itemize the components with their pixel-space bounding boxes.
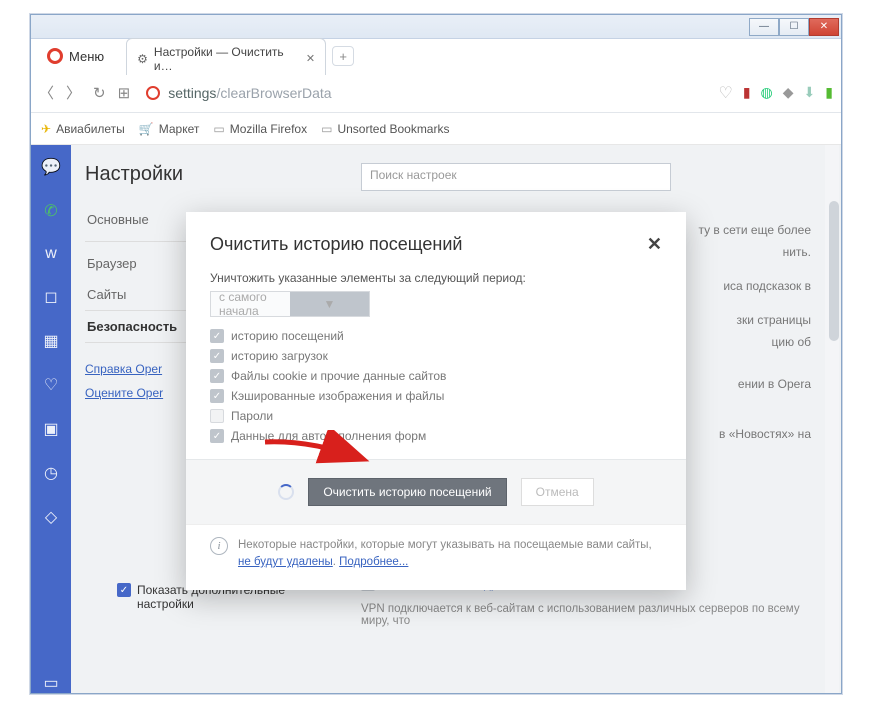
dialog-close-button[interactable]: ✕ (647, 234, 662, 255)
apps-icon[interactable]: ▦ (43, 331, 58, 351)
ext-icon-3[interactable]: ◆ (783, 84, 794, 101)
reload-icon[interactable]: ↻ (93, 84, 106, 102)
news-icon[interactable]: ▣ (43, 419, 58, 439)
bookmark-item[interactable]: 🛒Маркет (139, 122, 200, 136)
ext-icon-4[interactable]: ▮ (825, 84, 833, 101)
minimize-button[interactable]: — (749, 18, 779, 36)
tab-close-icon[interactable]: ✕ (306, 52, 315, 65)
new-tab-button[interactable]: + (332, 46, 354, 66)
opera-logo-icon (47, 48, 63, 64)
speed-dial-icon[interactable]: ⊞ (118, 84, 131, 102)
extension-icons: ▮ ◍ ◆ ⬇ ▮ (743, 84, 833, 101)
opt-cookies[interactable]: ✓Файлы cookie и прочие данные сайтов (210, 369, 662, 383)
scrollbar-thumb[interactable] (829, 201, 839, 341)
time-period-value: с самого начала (211, 290, 290, 318)
menu-label: Меню (69, 49, 104, 64)
settings-search-input[interactable]: Поиск настроек (361, 163, 671, 191)
window-titlebar: — ☐ ✕ (31, 15, 841, 39)
opt-autofill[interactable]: ✓Данные для автозаполнения форм (210, 429, 662, 443)
ext-icon-2[interactable]: ◍ (761, 84, 773, 101)
bookmark-item[interactable]: ✈Авиабилеты (41, 122, 125, 136)
maximize-button[interactable]: ☐ (779, 18, 809, 36)
dialog-actions: Очистить историю посещений Отмена (186, 459, 686, 524)
messengers-sidebar: 💬 ✆ w ◻ ▦ ♡ ▣ ◷ ◇ ▭ (31, 145, 71, 693)
more-sidebar-icon[interactable]: ▭ (43, 673, 58, 693)
footer-link-notdeleted[interactable]: не будут удалены (238, 556, 333, 568)
loading-spinner-icon (278, 484, 294, 500)
bookmark-item[interactable]: ▭Unsorted Bookmarks (321, 122, 449, 136)
whatsapp-icon[interactable]: ✆ (44, 201, 57, 221)
time-period-select[interactable]: с самого начала ▼ (210, 291, 370, 317)
tab-strip: Меню ⚙ Настройки — Очистить и… ✕ + (31, 39, 841, 73)
dialog-title: Очистить историю посещений (210, 234, 462, 255)
dialog-subtitle: Уничтожить указанные элементы за следующ… (210, 271, 662, 285)
tab-title: Настройки — Очистить и… (154, 45, 296, 73)
nav-back-icon[interactable]: 〈 (39, 82, 54, 103)
messenger-icon[interactable]: 💬 (41, 157, 61, 177)
vpn-description: VPN подключается к веб-сайтам с использо… (361, 603, 811, 627)
nav-forward-icon[interactable]: 〉 (66, 82, 81, 103)
url-host: settings (168, 85, 216, 101)
checkbox-on-icon: ✓ (117, 583, 131, 597)
clear-options: ✓историю посещений ✓историю загрузок ✓Фа… (210, 329, 662, 443)
download-icon[interactable]: ⬇ (804, 84, 816, 101)
heart-icon[interactable]: ♡ (718, 83, 732, 103)
dialog-footer: i Некоторые настройки, которые могут ука… (186, 524, 686, 590)
address-bar[interactable]: settings/clearBrowserData (140, 81, 708, 105)
address-bar-row: 〈 〉 ↻ ⊞ settings/clearBrowserData ♡ ▮ ◍ … (31, 73, 841, 113)
heart-sidebar-icon[interactable]: ♡ (44, 375, 58, 395)
url-opera-icon (146, 86, 160, 100)
gear-icon: ⚙ (137, 52, 148, 66)
opt-browsing-history[interactable]: ✓историю посещений (210, 329, 662, 343)
vk-icon[interactable]: w (45, 245, 57, 263)
settings-title: Настройки (85, 163, 207, 186)
ext-icon-1[interactable]: ▮ (743, 84, 751, 101)
url-path: /clearBrowserData (216, 85, 331, 101)
opera-menu-button[interactable]: Меню (37, 44, 114, 68)
cancel-button[interactable]: Отмена (521, 478, 594, 506)
opt-download-history[interactable]: ✓историю загрузок (210, 349, 662, 363)
close-window-button[interactable]: ✕ (809, 18, 839, 36)
cube-icon[interactable]: ◇ (45, 507, 57, 527)
info-icon: i (210, 537, 228, 555)
chevron-down-icon: ▼ (290, 292, 369, 316)
clear-history-button[interactable]: Очистить историю посещений (308, 478, 506, 506)
tab-settings[interactable]: ⚙ Настройки — Очистить и… ✕ (126, 38, 326, 75)
clock-icon[interactable]: ◷ (44, 463, 58, 483)
clear-history-dialog: Очистить историю посещений ✕ Уничтожить … (186, 212, 686, 590)
opt-passwords[interactable]: Пароли (210, 409, 662, 423)
bookmarks-bar: ✈Авиабилеты 🛒Маркет ▭Mozilla Firefox ▭Un… (31, 113, 841, 145)
footer-link-more[interactable]: Подробнее... (339, 556, 408, 568)
opt-cache[interactable]: ✓Кэшированные изображения и файлы (210, 389, 662, 403)
bookmark-item[interactable]: ▭Mozilla Firefox (213, 122, 307, 136)
camera-icon[interactable]: ◻ (44, 287, 57, 307)
